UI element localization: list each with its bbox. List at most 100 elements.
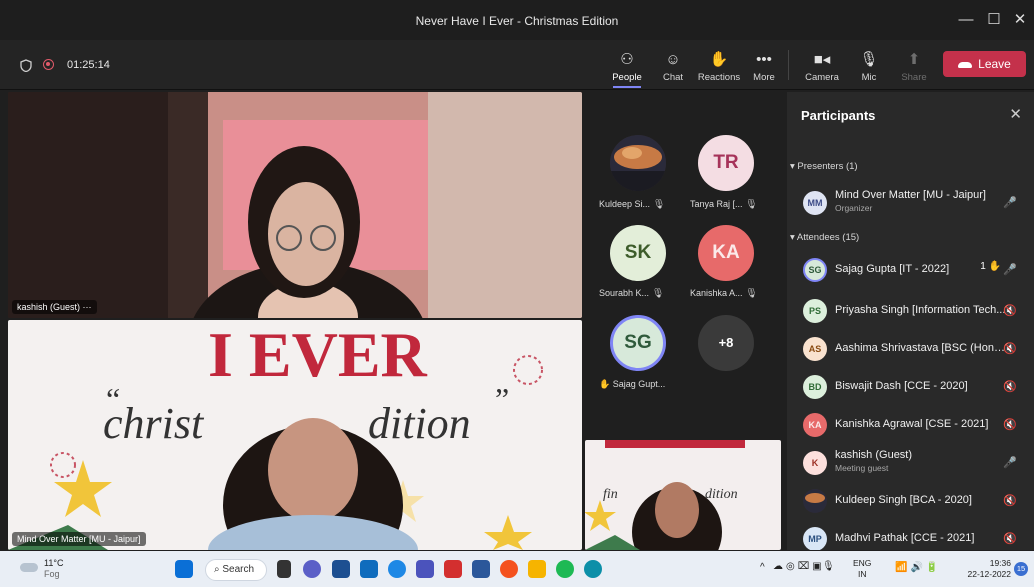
profile-photo — [803, 489, 827, 513]
participant-name-tag: Mind Over Matter [MU - Jaipur] — [12, 532, 146, 546]
mail-icon[interactable] — [332, 560, 350, 578]
participant-name: Madhvi Pathak [CCE - 2021] — [835, 532, 975, 544]
shield-icon — [20, 59, 32, 72]
windows-taskbar: 11°C Fog ⌕ Search ^ ☁◎⌧▣ 🎙 ENG IN 📶🔊🔋 19:… — [0, 551, 1034, 587]
participant-row-6[interactable]: K kashish (Guest) Meeting guest 🎤 — [803, 448, 1025, 478]
participants-panel: Participants ✕ ▾ Presenters (1) MM Mind … — [787, 92, 1034, 550]
minimize-button[interactable]: — — [954, 8, 978, 32]
tray-overflow-icon[interactable]: ^ — [760, 562, 765, 573]
slide-close-quote: ” — [495, 381, 509, 417]
share-button[interactable]: ⬆ Share — [892, 46, 936, 88]
network-sound-battery-icons[interactable]: 📶🔊🔋 — [895, 562, 941, 573]
teams-meeting-window: Never Have I Ever - Christmas Edition — … — [0, 0, 1034, 587]
mic-off-icon: 🔇 — [1003, 343, 1017, 355]
participant-row-2[interactable]: PS Priyasha Singh [Information Tech... 🔇 — [803, 296, 1025, 326]
more-participants-button[interactable]: +8 — [698, 315, 754, 371]
video-tile-mini[interactable]: fin dition — [585, 440, 781, 550]
avatar: MP — [803, 527, 827, 550]
mic-off-icon: 🎙 — [745, 199, 758, 210]
language-indicator[interactable]: ENG IN — [853, 558, 871, 580]
recording-icon — [43, 59, 54, 70]
avatar: PS — [803, 299, 827, 323]
mic-off-icon: 🎙 — [859, 51, 879, 68]
teams-icon[interactable] — [416, 560, 434, 578]
camera-button[interactable]: ■◂ Camera — [800, 46, 844, 88]
slide-script-right: dition — [368, 399, 471, 448]
raised-hand-icon: ✋ — [599, 379, 611, 389]
gallery-avatar-1[interactable]: TR — [698, 135, 754, 191]
chat-button[interactable]: ☺ Chat — [651, 46, 695, 88]
weather-widget[interactable] — [20, 559, 40, 577]
raised-hand-indicator: 1 ✋ — [980, 261, 1001, 272]
participant-row-4[interactable]: BD Biswajit Dash [CCE - 2020] 🔇 — [803, 372, 1025, 402]
gallery-avatar-4[interactable]: SG — [610, 315, 666, 371]
participant-row-7[interactable]: Kuldeep Singh [BCA - 2020] 🔇 — [803, 486, 1025, 516]
avatar: BD — [803, 375, 827, 399]
outlook-icon[interactable] — [360, 560, 378, 578]
avatar: AS — [803, 337, 827, 361]
mic-off-icon: 🎙 — [745, 288, 758, 299]
task-view-icon[interactable] — [277, 560, 291, 578]
participant-name: kashish (Guest) — [835, 449, 913, 461]
presenters-section-header[interactable]: ▾ Presenters (1) — [790, 161, 858, 172]
participant-row-1[interactable]: SG Sajag Gupta [IT - 2022] 1 ✋ 🎤 — [803, 255, 1025, 285]
mini-slide-video: fin dition — [585, 440, 781, 550]
gallery-avatar-3[interactable]: KA — [698, 225, 754, 281]
panel-title: Participants — [801, 108, 876, 123]
participant-name-tag: kashish (Guest) ··· — [12, 300, 97, 314]
mic-off-icon: 🔇 — [1003, 419, 1017, 431]
reactions-button[interactable]: ✋ Reactions — [697, 46, 741, 88]
meeting-timer: 01:25:14 — [67, 59, 110, 71]
mic-on-icon: 🎤 — [1003, 457, 1017, 469]
close-panel-icon[interactable]: ✕ — [1009, 105, 1022, 123]
mic-off-icon: 🎙 — [652, 199, 666, 210]
gallery-label-4: ✋ Sajag Gupt... — [599, 379, 666, 389]
camera-icon: ■◂ — [813, 51, 831, 68]
chrome-icon[interactable] — [388, 560, 406, 578]
notification-badge[interactable]: 15 — [1014, 562, 1028, 576]
mini-script-left: fin — [603, 487, 618, 502]
participant-name: Mind Over Matter [MU - Jaipur] — [835, 189, 986, 201]
participant-row-8[interactable]: MP Madhvi Pathak [CCE - 2021] 🔇 — [803, 524, 1025, 550]
weather-text: 11°C Fog — [44, 558, 63, 580]
participant-name: Kuldeep Singh [BCA - 2020] — [835, 494, 972, 506]
participant-row-0[interactable]: MM Mind Over Matter [MU - Jaipur] Organi… — [803, 188, 1025, 218]
reactions-icon: ✋ — [709, 51, 729, 68]
close-window-button[interactable]: ✕ — [1008, 8, 1032, 32]
file-explorer-icon[interactable] — [528, 560, 546, 578]
word-icon[interactable] — [472, 560, 490, 578]
gallery-avatar-0[interactable] — [610, 135, 666, 191]
toolbar-divider — [788, 50, 789, 80]
people-icon: ⚇ — [620, 51, 634, 68]
wps-office-icon[interactable] — [444, 560, 462, 578]
video-tile-mind-over-matter[interactable]: I EVER christ dition “ ” Mind Over Matte… — [8, 320, 582, 550]
mic-off-icon: 🔇 — [1003, 305, 1017, 317]
mic-off-icon: 🔇 — [1003, 495, 1017, 507]
window-title: Never Have I Ever - Christmas Edition — [415, 14, 619, 28]
paint-icon[interactable] — [500, 560, 518, 578]
participant-row-3[interactable]: AS Aashima Shrivastava [BSC (Hons ... 🔇 — [803, 334, 1025, 364]
gallery-avatar-2[interactable]: SK — [610, 225, 666, 281]
more-button[interactable]: ••• More — [742, 46, 786, 88]
spotify-icon[interactable] — [556, 560, 574, 578]
avatar: SG — [803, 258, 827, 282]
more-options-icon: ··· — [82, 302, 92, 312]
people-button[interactable]: ⚇ People — [605, 46, 649, 88]
taskbar-search[interactable]: ⌕ Search — [205, 559, 267, 581]
mic-button[interactable]: 🎙 Mic — [847, 46, 891, 88]
attendees-section-header[interactable]: ▾ Attendees (15) — [790, 232, 859, 243]
windows-start-icon[interactable] — [175, 560, 193, 578]
mic-on-icon: 🎤 — [1003, 197, 1017, 209]
weather-temp: 11°C — [44, 558, 64, 568]
gallery-label-2: Sourabh K... 🎙 — [599, 288, 665, 299]
raised-hand-icon: ✋ — [988, 261, 1001, 272]
maximize-button[interactable]: ☐ — [982, 8, 1006, 32]
mic-tray-icon[interactable]: 🎙 — [822, 561, 835, 572]
edge-icon[interactable] — [584, 560, 602, 578]
clock[interactable]: 19:36 22-12-2022 — [955, 558, 1011, 580]
leave-button[interactable]: Leave — [943, 51, 1026, 77]
chat-app-icon[interactable] — [303, 560, 321, 578]
participant-name: Kanishka Agrawal [CSE - 2021] — [835, 418, 989, 430]
participant-row-5[interactable]: KA Kanishka Agrawal [CSE - 2021] 🔇 — [803, 410, 1025, 440]
video-tile-kashish[interactable]: kashish (Guest) ··· — [8, 92, 582, 318]
